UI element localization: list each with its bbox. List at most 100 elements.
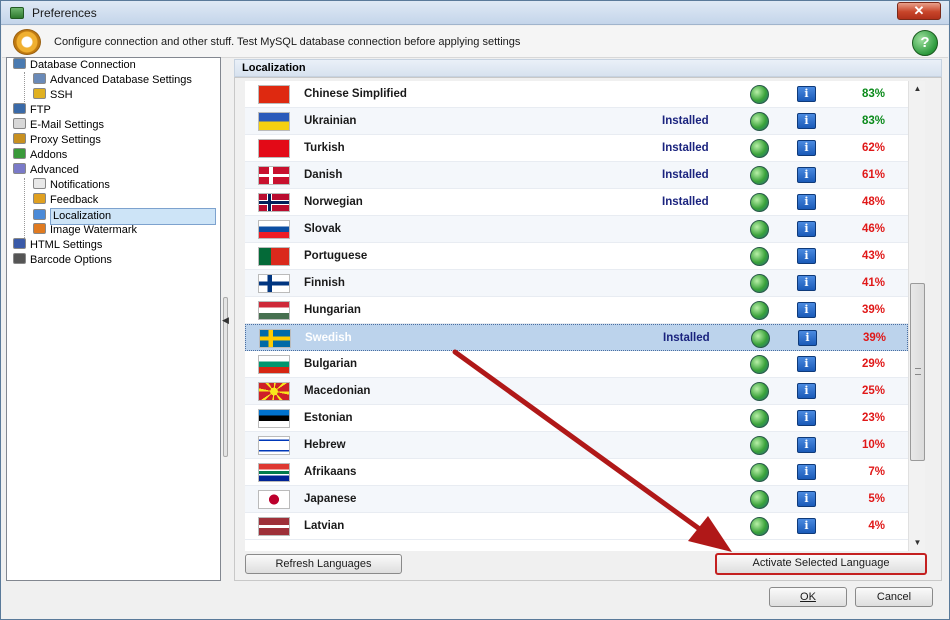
info-icon[interactable]: i <box>798 330 817 346</box>
download-globe-icon[interactable] <box>750 301 769 320</box>
info-icon[interactable]: i <box>797 437 816 453</box>
language-row-japanese[interactable]: Japanese i 5% <box>245 486 908 513</box>
refresh-languages-button[interactable]: Refresh Languages <box>245 554 402 574</box>
tree-item-ssh[interactable]: SSH <box>33 88 73 103</box>
language-row-latvian[interactable]: Latvian i 4% <box>245 513 908 540</box>
language-row-norwegian[interactable]: Norwegian Installed i 48% <box>245 189 908 216</box>
tree-item-barcode-options[interactable]: Barcode Options <box>13 253 112 268</box>
activate-selected-language-button[interactable]: Activate Selected Language <box>715 553 927 575</box>
language-row-afrikaans[interactable]: Afrikaans i 7% <box>245 459 908 486</box>
language-row-estonian[interactable]: Estonian i 23% <box>245 405 908 432</box>
tree-item-localization[interactable]: Localization <box>33 208 219 225</box>
download-globe-icon[interactable] <box>750 220 769 239</box>
download-globe-icon[interactable] <box>750 463 769 482</box>
tree-item-html-settings[interactable]: HTML Settings <box>13 238 102 253</box>
tree-item-addons[interactable]: Addons <box>13 148 67 163</box>
download-globe-icon[interactable] <box>750 382 769 401</box>
tree-item-notifications[interactable]: Notifications <box>33 178 110 193</box>
info-icon[interactable]: i <box>797 194 816 210</box>
language-row-bulgarian[interactable]: Bulgarian i 29% <box>245 351 908 378</box>
language-row-hebrew[interactable]: Hebrew i 10% <box>245 432 908 459</box>
language-list[interactable]: Chinese Simplified i 83% Ukrainian Installed… <box>245 81 908 551</box>
title-bar[interactable]: Preferences ✕ <box>1 1 949 25</box>
flag-icon-cn <box>258 85 290 104</box>
language-row-swedish[interactable]: Swedish Installed i 39% <box>245 324 908 351</box>
flag-icon-mk <box>258 382 290 401</box>
info-icon[interactable]: i <box>797 302 816 318</box>
info-icon[interactable]: i <box>797 86 816 102</box>
info-icon[interactable]: i <box>797 383 816 399</box>
language-row-finnish[interactable]: Finnish i 41% <box>245 270 908 297</box>
language-row-ukrainian[interactable]: Ukrainian Installed i 83% <box>245 108 908 135</box>
preferences-window: Preferences ✕ Configure connection and o… <box>0 0 950 620</box>
language-name: Swedish <box>305 332 352 344</box>
download-globe-icon[interactable] <box>751 329 770 348</box>
download-globe-icon[interactable] <box>750 112 769 131</box>
panel-splitter[interactable]: ◀ <box>221 57 231 581</box>
close-button[interactable]: ✕ <box>897 2 941 20</box>
download-globe-icon[interactable] <box>750 355 769 374</box>
flag-icon-sk <box>258 220 290 239</box>
header-text: Configure connection and other stuff. Te… <box>54 36 521 48</box>
info-icon[interactable]: i <box>797 140 816 156</box>
tree-item-ftp[interactable]: FTP <box>13 103 51 118</box>
language-name: Ukrainian <box>304 115 357 127</box>
info-icon[interactable]: i <box>797 410 816 426</box>
language-row-macedonian[interactable]: Macedonian i 25% <box>245 378 908 405</box>
tree-item-label: HTML Settings <box>30 239 103 251</box>
language-row-turkish[interactable]: Turkish Installed i 62% <box>245 135 908 162</box>
tree-item-feedback[interactable]: Feedback <box>33 193 98 208</box>
tree-item-label: SSH <box>50 89 73 101</box>
tree-item-advanced[interactable]: Advanced <box>13 163 79 178</box>
tree-item-image-watermark[interactable]: Image Watermark <box>33 223 137 238</box>
html-icon <box>13 238 26 249</box>
tree-item-advanced-database-settings[interactable]: Advanced Database Settings <box>33 73 192 88</box>
tree-item-database-connection[interactable]: Database Connection <box>13 58 136 73</box>
scroll-up-arrow-icon[interactable]: ▲ <box>909 81 926 97</box>
download-globe-icon[interactable] <box>750 517 769 536</box>
language-name: Bulgarian <box>304 358 358 370</box>
download-globe-icon[interactable] <box>750 166 769 185</box>
language-list-scrollbar[interactable]: ▲ ▼ <box>908 81 925 551</box>
collapse-arrow-icon[interactable]: ◀ <box>222 315 229 326</box>
download-globe-icon[interactable] <box>750 490 769 509</box>
scroll-down-arrow-icon[interactable]: ▼ <box>909 535 926 551</box>
language-name: Turkish <box>304 142 345 154</box>
download-globe-icon[interactable] <box>750 409 769 428</box>
tree-item-label: FTP <box>30 104 51 116</box>
info-icon[interactable]: i <box>797 356 816 372</box>
language-row-portuguese[interactable]: Portuguese i 43% <box>245 243 908 270</box>
info-icon[interactable]: i <box>797 221 816 237</box>
help-icon[interactable]: ? <box>912 30 938 56</box>
download-globe-icon[interactable] <box>750 193 769 212</box>
scrollbar-thumb[interactable] <box>910 283 925 461</box>
info-icon[interactable]: i <box>797 113 816 129</box>
ok-button[interactable]: OK <box>769 587 847 607</box>
language-name: Macedonian <box>304 385 371 397</box>
language-name: Japanese <box>304 493 357 505</box>
download-globe-icon[interactable] <box>750 139 769 158</box>
completion-percent: 10% <box>861 439 885 451</box>
info-icon[interactable]: i <box>797 275 816 291</box>
tree-item-proxy-settings[interactable]: Proxy Settings <box>13 133 101 148</box>
download-globe-icon[interactable] <box>750 247 769 266</box>
language-row-hungarian[interactable]: Hungarian i 39% <box>245 297 908 324</box>
completion-percent: 41% <box>861 277 885 289</box>
language-row-slovak[interactable]: Slovak i 46% <box>245 216 908 243</box>
download-globe-icon[interactable] <box>750 85 769 104</box>
language-row-chinese-simplified[interactable]: Chinese Simplified i 83% <box>245 81 908 108</box>
info-icon[interactable]: i <box>797 248 816 264</box>
info-icon[interactable]: i <box>797 491 816 507</box>
info-icon[interactable]: i <box>797 167 816 183</box>
download-globe-icon[interactable] <box>750 436 769 455</box>
settings-tree[interactable]: Database Connection Advanced Database Se… <box>6 57 221 581</box>
info-icon[interactable]: i <box>797 518 816 534</box>
cancel-button[interactable]: Cancel <box>855 587 933 607</box>
notification-icon <box>33 178 46 189</box>
info-icon[interactable]: i <box>797 464 816 480</box>
database-icon <box>13 58 26 69</box>
language-row-danish[interactable]: Danish Installed i 61% <box>245 162 908 189</box>
tree-item-email-settings[interactable]: E-Mail Settings <box>13 118 104 133</box>
download-globe-icon[interactable] <box>750 274 769 293</box>
tree-connector <box>24 72 25 102</box>
